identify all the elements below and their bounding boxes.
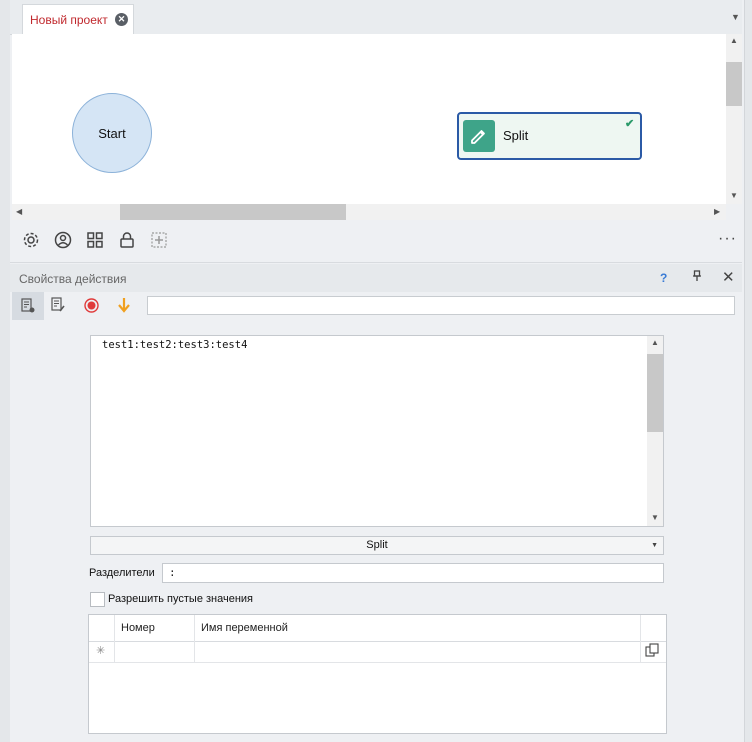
close-icon[interactable]: ✕ [722, 268, 735, 286]
settings-icon[interactable] [20, 229, 42, 251]
chevron-down-icon[interactable]: ▼ [731, 12, 740, 22]
operation-select[interactable]: Split ▼ [90, 536, 664, 555]
left-edge-strip [0, 0, 10, 742]
number-cell[interactable] [115, 641, 195, 662]
more-options-icon[interactable]: ··· [718, 230, 737, 248]
right-dock-edge [744, 0, 752, 742]
scroll-left-icon[interactable]: ◀ [16, 207, 22, 216]
delimiters-label: Разделители [89, 567, 155, 579]
scroll-down-icon[interactable]: ▼ [730, 191, 738, 200]
project-canvas[interactable]: Start Split ✔ [12, 34, 726, 204]
row-indicator-header [89, 615, 115, 641]
add-icon[interactable] [148, 229, 170, 251]
tab-new-project[interactable]: Новый проект ✕ [22, 4, 134, 34]
grid-header: Номер Имя переменной [89, 615, 666, 642]
panel-toolbar [10, 292, 742, 320]
canvas-toolbar: ··· [12, 222, 742, 258]
edit-notes-icon[interactable] [50, 297, 66, 316]
start-node[interactable]: Start [72, 93, 152, 173]
pencil-icon [463, 120, 495, 152]
document-tab-strip: Новый проект ✕ ▼ [10, 0, 742, 35]
panel-separator [10, 262, 742, 263]
input-text-value: test1:test2:test3:test4 [102, 339, 248, 351]
properties-panel-header: Свойства действия ? ✕ [10, 264, 742, 293]
user-icon[interactable] [52, 229, 74, 251]
new-row-icon: ✳ [96, 645, 106, 657]
pin-icon[interactable] [692, 270, 702, 285]
allow-empty-label: Разрешить пустые значения [108, 593, 254, 605]
input-text-area[interactable]: test1:test2:test3:test4 ▲ ▼ [90, 335, 664, 527]
tab-label: Новый проект [30, 13, 108, 27]
split-node-label: Split [503, 128, 529, 143]
scroll-thumb[interactable] [647, 354, 663, 432]
column-header-number[interactable]: Номер [115, 615, 195, 641]
column-header-variable-name[interactable]: Имя переменной [195, 615, 641, 641]
result-variables-grid[interactable]: Номер Имя переменной ✳ [88, 614, 667, 734]
variable-name-cell[interactable] [195, 641, 641, 662]
lock-icon[interactable] [116, 229, 138, 251]
row-indicator: ✳ [89, 641, 115, 662]
scroll-right-icon[interactable]: ▶ [714, 207, 720, 216]
scroll-up-icon[interactable]: ▲ [730, 36, 738, 45]
properties-icon [21, 298, 35, 313]
start-node-label: Start [98, 125, 126, 141]
split-action-node[interactable]: Split ✔ [457, 112, 642, 160]
new-table-row[interactable]: ✳ [89, 641, 666, 663]
operation-select-value: Split [366, 539, 388, 551]
panel-toolbar-input[interactable] [147, 296, 735, 315]
properties-tab-button[interactable] [12, 292, 44, 320]
chevron-down-icon: ▼ [651, 542, 658, 549]
panel-title: Свойства действия [19, 272, 127, 286]
copy-icon[interactable] [645, 643, 659, 660]
allow-empty-checkbox[interactable] [90, 592, 105, 607]
scroll-thumb[interactable] [726, 62, 742, 106]
record-icon[interactable] [84, 298, 99, 316]
checkmark-icon: ✔ [625, 118, 635, 130]
help-icon[interactable]: ? [660, 271, 667, 285]
canvas-horizontal-scrollbar[interactable]: ◀ ▶ [12, 204, 726, 220]
canvas-vertical-scrollbar[interactable]: ▲ ▼ [726, 34, 742, 204]
delimiters-input[interactable]: : [162, 563, 664, 583]
scroll-down-icon[interactable]: ▼ [651, 513, 659, 522]
arrow-down-icon[interactable] [117, 297, 131, 316]
scroll-thumb[interactable] [120, 204, 346, 220]
close-icon[interactable]: ✕ [115, 13, 128, 26]
text-area-scrollbar[interactable]: ▲ ▼ [647, 336, 663, 526]
scroll-up-icon[interactable]: ▲ [651, 338, 659, 347]
grid-icon[interactable] [84, 229, 106, 251]
